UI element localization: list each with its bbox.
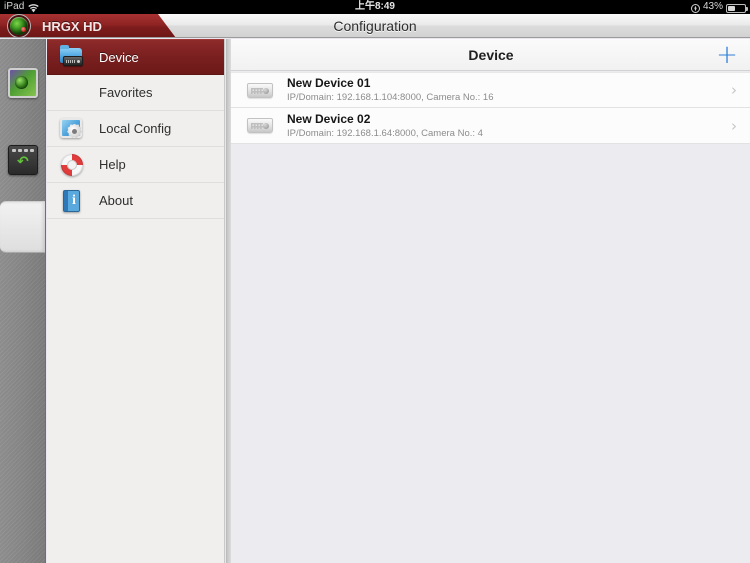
app-root: iPad 上午8:49 43% Configuration HRGX HD ↶ … [0, 0, 750, 563]
about-book-icon [60, 189, 84, 213]
status-bar-right: 43% [690, 0, 748, 14]
device-details: IP/Domain: 192.168.1.104:8000, Camera No… [287, 92, 494, 103]
chevron-right-icon[interactable]: › [731, 117, 737, 135]
chevron-right-icon[interactable]: › [731, 81, 737, 99]
app-top-bar: Configuration HRGX HD [0, 14, 750, 38]
app-tab[interactable]: HRGX HD [0, 14, 176, 37]
content-title: Device [468, 46, 514, 63]
device-text: New Device 01 IP/Domain: 192.168.1.104:8… [287, 76, 494, 104]
ios-status-bar: iPad 上午8:49 43% [0, 0, 750, 14]
menu-item-label: Device [99, 49, 139, 65]
device-list: New Device 01 IP/Domain: 192.168.1.104:8… [231, 72, 750, 144]
lifebuoy-icon [60, 153, 84, 177]
device-list-row[interactable]: New Device 02 IP/Domain: 192.168.1.64:80… [231, 108, 750, 144]
content-header: Device + [231, 39, 750, 71]
add-device-button[interactable]: + [715, 42, 739, 68]
menu-item-label: Help [99, 157, 126, 172]
menu-item-favorites[interactable]: Favorites [47, 75, 224, 111]
app-tab-label: HRGX HD [42, 18, 102, 34]
rail-item-configuration[interactable] [0, 201, 45, 253]
location-services-icon [690, 3, 700, 13]
playback-icon: ↶ [8, 145, 38, 175]
dvr-device-icon [247, 82, 273, 98]
menu-item-label: Favorites [99, 85, 153, 100]
local-config-icon [60, 117, 84, 141]
content-panel: Device + New Device 01 IP/Domain: 192.16… [226, 39, 750, 563]
status-bar-clock: 上午8:49 [354, 1, 395, 12]
camera-lens-logo-icon [10, 17, 28, 35]
menu-item-label: Local Config [99, 121, 172, 136]
device-list-row[interactable]: New Device 01 IP/Domain: 192.168.1.104:8… [231, 72, 750, 108]
device-details: IP/Domain: 192.168.1.64:8000, Camera No.… [287, 127, 483, 139]
menu-item-device[interactable]: Device [47, 39, 224, 75]
menu-item-local-config[interactable]: Local Config [47, 111, 224, 147]
device-folder-icon [60, 45, 84, 69]
menu-item-about[interactable]: About [47, 183, 224, 219]
left-rail: ↶ [0, 39, 46, 563]
gear-icon [8, 212, 38, 242]
star-icon [60, 81, 84, 105]
device-name: New Device 01 [287, 76, 371, 90]
rail-item-live-view[interactable] [0, 57, 46, 109]
battery-icon [726, 3, 748, 13]
settings-menu-panel: Device Favorites Local Config Help About [47, 39, 225, 563]
menu-item-label: About [99, 193, 133, 208]
live-view-icon [8, 68, 38, 98]
battery-percent-label: 43% [702, 1, 723, 12]
device-text: New Device 02 IP/Domain: 192.168.1.64:80… [287, 112, 483, 140]
rail-item-playback[interactable]: ↶ [0, 134, 46, 186]
device-name: New Device 02 [287, 111, 371, 126]
dvr-device-icon [247, 118, 273, 133]
menu-item-help[interactable]: Help [47, 147, 224, 183]
